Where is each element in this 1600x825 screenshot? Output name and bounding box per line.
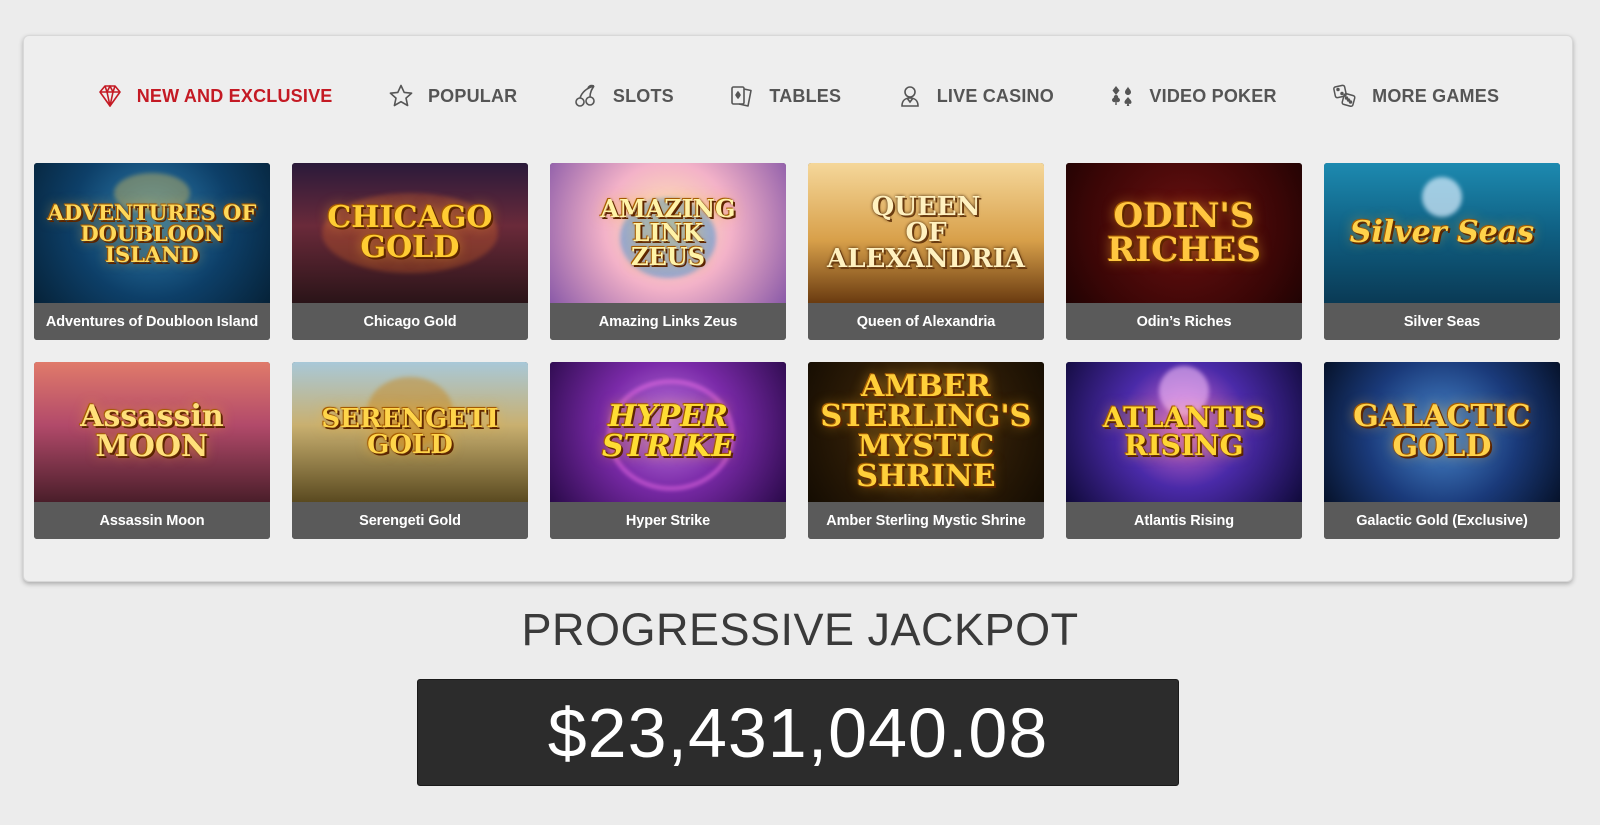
nav-label: NEW AND EXCLUSIVE xyxy=(136,85,333,106)
game-art-title: ADVENTURES OF DOUBLOON ISLAND xyxy=(47,199,257,267)
game-art-title: QUEEN OF ALEXANDRIA xyxy=(827,192,1025,274)
game-tile[interactable]: ADVENTURES OF DOUBLOON ISLAND Adventures… xyxy=(34,163,270,340)
game-art-title: ATLANTIS RISING xyxy=(1102,401,1266,462)
nav-video-poker[interactable]: VIDEO POKER xyxy=(1109,83,1276,109)
cards-icon xyxy=(729,83,755,109)
game-thumbnail: Assassin MOON xyxy=(34,362,270,502)
game-grid: ADVENTURES OF DOUBLOON ISLAND Adventures… xyxy=(34,163,1560,539)
jackpot-title: PROGRESSIVE JACKPOT xyxy=(521,604,1079,655)
games-panel: NEW AND EXCLUSIVE POPULAR SLOTS TABLES L… xyxy=(23,35,1573,582)
game-title: Odin’s Riches xyxy=(1066,303,1302,340)
game-thumbnail: GALACTIC GOLD xyxy=(1324,362,1560,502)
game-title: Chicago Gold xyxy=(292,303,528,340)
game-thumbnail: ADVENTURES OF DOUBLOON ISLAND xyxy=(34,163,270,303)
game-thumbnail: SERENGETI GOLD xyxy=(292,362,528,502)
game-title: Hyper Strike xyxy=(550,502,786,539)
game-art-title: AMAZING LINK ZEUS xyxy=(600,194,736,271)
game-title: Silver Seas xyxy=(1324,303,1560,340)
nav-live-casino[interactable]: LIVE CASINO xyxy=(897,83,1054,109)
nav-label: TABLES xyxy=(769,85,842,106)
game-thumbnail: AMAZING LINK ZEUS xyxy=(550,163,786,303)
nav-label: POPULAR xyxy=(427,85,518,106)
category-nav: NEW AND EXCLUSIVE POPULAR SLOTS TABLES L… xyxy=(24,36,1572,156)
game-tile[interactable]: GALACTIC GOLD Galactic Gold (Exclusive) xyxy=(1324,362,1560,539)
game-thumbnail: ATLANTIS RISING xyxy=(1066,362,1302,502)
jackpot-value: $23,431,040.08 xyxy=(547,693,1049,772)
game-thumbnail: AMBER STERLING'S MYSTIC SHRINE xyxy=(808,362,1044,502)
game-thumbnail: Silver Seas xyxy=(1324,163,1560,303)
nav-slots[interactable]: SLOTS xyxy=(573,83,674,109)
dice-icon xyxy=(1332,83,1358,109)
game-art-title: CHICAGO GOLD xyxy=(327,200,493,265)
game-tile[interactable]: AMAZING LINK ZEUS Amazing Links Zeus xyxy=(550,163,786,340)
nav-popular[interactable]: POPULAR xyxy=(388,83,517,109)
cherries-icon xyxy=(573,83,599,109)
game-tile[interactable]: HYPER STRIKE Hyper Strike xyxy=(550,362,786,539)
game-title: Amber Sterling Mystic Shrine xyxy=(808,502,1044,539)
game-art-title: GALACTIC GOLD xyxy=(1353,399,1531,464)
game-tile[interactable]: CHICAGO GOLD Chicago Gold xyxy=(292,163,528,340)
game-title: Galactic Gold (Exclusive) xyxy=(1324,502,1560,539)
nav-new-and-exclusive[interactable]: NEW AND EXCLUSIVE xyxy=(97,83,333,109)
nav-more-games[interactable]: MORE GAMES xyxy=(1332,83,1499,109)
game-art-title: HYPER STRIKE xyxy=(602,399,734,464)
game-title: Atlantis Rising xyxy=(1066,502,1302,539)
game-tile[interactable]: Assassin MOON Assassin Moon xyxy=(34,362,270,539)
game-title: Serengeti Gold xyxy=(292,502,528,539)
game-title: Amazing Links Zeus xyxy=(550,303,786,340)
nav-label: SLOTS xyxy=(612,85,674,106)
nav-tables[interactable]: TABLES xyxy=(729,83,841,109)
game-art-title: Assassin MOON xyxy=(80,399,224,464)
game-tile[interactable]: AMBER STERLING'S MYSTIC SHRINE Amber Ste… xyxy=(808,362,1044,539)
game-art-title: ODIN'S RICHES xyxy=(1107,196,1261,270)
game-title: Adventures of Doubloon Island xyxy=(34,303,270,340)
game-thumbnail: ODIN'S RICHES xyxy=(1066,163,1302,303)
game-thumbnail: CHICAGO GOLD xyxy=(292,163,528,303)
game-title: Queen of Alexandria xyxy=(808,303,1044,340)
star-icon xyxy=(388,83,414,109)
game-thumbnail: HYPER STRIKE xyxy=(550,362,786,502)
game-art-title: AMBER STERLING'S MYSTIC SHRINE xyxy=(820,369,1032,494)
nav-label: LIVE CASINO xyxy=(936,85,1054,106)
game-tile[interactable]: ATLANTIS RISING Atlantis Rising xyxy=(1066,362,1302,539)
game-thumbnail: QUEEN OF ALEXANDRIA xyxy=(808,163,1044,303)
game-tile[interactable]: SERENGETI GOLD Serengeti Gold xyxy=(292,362,528,539)
nav-label: VIDEO POKER xyxy=(1149,85,1277,106)
game-tile[interactable]: ODIN'S RICHES Odin’s Riches xyxy=(1066,163,1302,340)
dealer-icon xyxy=(897,83,923,109)
game-art-title: Silver Seas xyxy=(1349,215,1535,250)
jackpot-display: $23,431,040.08 xyxy=(417,679,1179,786)
game-tile[interactable]: Silver Seas Silver Seas xyxy=(1324,163,1560,340)
diamond-icon xyxy=(97,83,123,109)
suits-icon xyxy=(1109,83,1135,109)
nav-label: MORE GAMES xyxy=(1372,85,1500,106)
game-title: Assassin Moon xyxy=(34,502,270,539)
game-art-title: SERENGETI GOLD xyxy=(321,404,499,460)
game-tile[interactable]: QUEEN OF ALEXANDRIA Queen of Alexandria xyxy=(808,163,1044,340)
